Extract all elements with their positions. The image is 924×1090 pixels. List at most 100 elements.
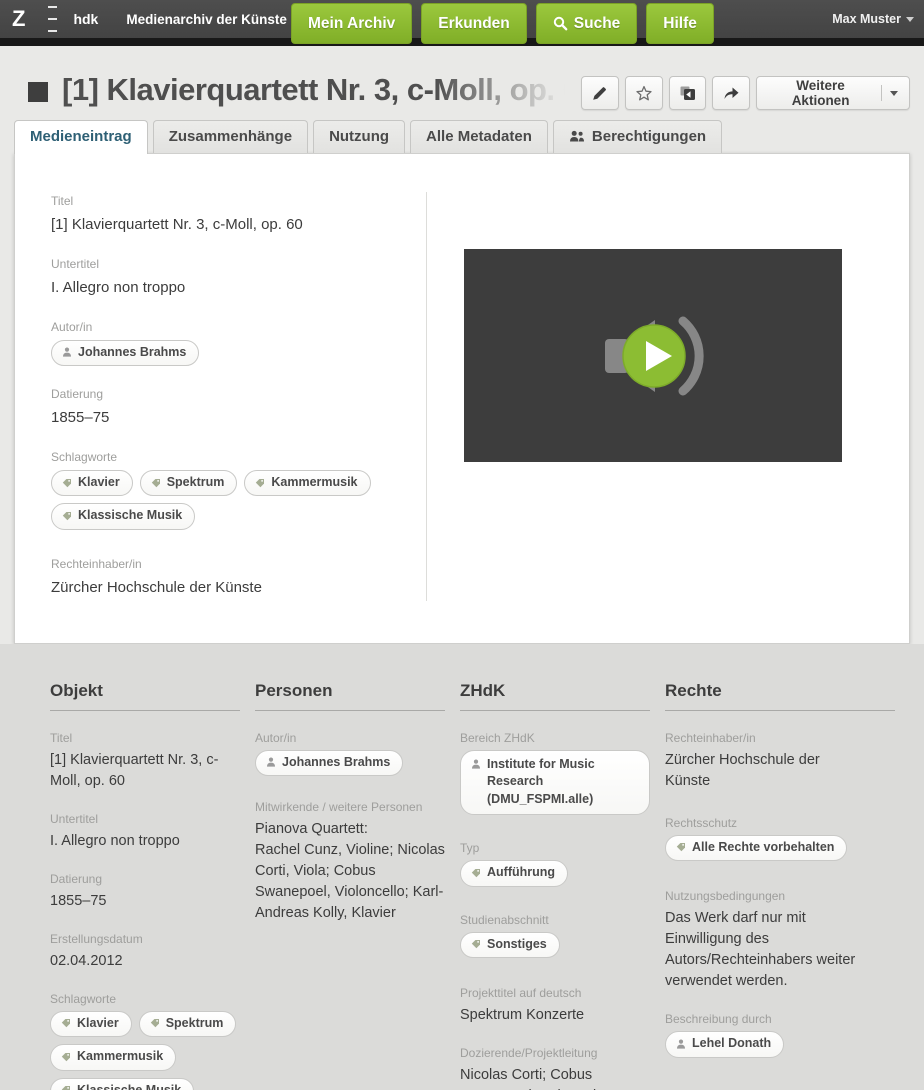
chevron-down-icon [890,91,898,96]
pill-label: Alle Rechte vorbehalten [692,839,834,857]
person-icon [471,759,481,769]
zhdk-logo-dashes [48,4,59,34]
person-pill[interactable]: Lehel Donath [665,1031,784,1058]
keyword-tag[interactable]: Klassische Musik [50,1078,194,1090]
tag-icon [471,868,481,878]
field-label: Mitwirkende / weitere Personen [255,800,445,814]
tab-berechtigungen[interactable]: Berechtigungen [553,120,722,153]
page-title: [1] Klavierquartett Nr. 3, c-Moll, op. 6… [62,72,581,108]
tab-bar: Medieneintrag Zusammenhänge Nutzung Alle… [0,120,924,153]
section-heading: Objekt [50,681,240,711]
more-actions-button[interactable]: Weitere Aktionen [756,76,910,110]
zhdk-logo-z: Z [12,6,26,32]
tab-alle-metadaten[interactable]: Alle Metadaten [410,120,548,153]
tag-icon [255,478,265,488]
field-studienabschnitt: Studienabschnitt Sonstiges [460,913,650,959]
forward-arrow-icon [722,85,740,101]
nav-label: Mein Archiv [308,15,395,33]
user-name: Max Muster [832,12,901,26]
field-typ: Typ Aufführung [460,841,650,887]
keyword-tag[interactable]: Spektrum [140,470,238,497]
pill-label: Lehel Donath [692,1035,771,1053]
media-player[interactable] [464,249,842,462]
keyword-tag[interactable]: Klassische Musik [51,503,195,530]
forward-button[interactable] [712,76,750,110]
page-top: Z hdk Medienarchiv der Künste Mein Archi… [0,0,924,644]
metadata-column-rechte: Rechte Rechteinhaber/in Zürcher Hochschu… [665,681,895,1078]
field-label: Dozierende/Projektleitung [460,1046,650,1060]
keyword-tag[interactable]: Spektrum [139,1011,237,1038]
user-menu[interactable]: Max Muster [832,0,914,38]
field-label: Titel [51,194,426,208]
field-label: Datierung [50,872,240,886]
field-label: Autor/in [255,731,445,745]
field-rechtsschutz: Rechtsschutz Alle Rechte vorbehalten [665,816,895,862]
field-label: Titel [50,731,240,745]
field-rechteinhaber: Rechteinhaber/in Zürcher Hochschule der … [51,557,426,599]
favorite-button[interactable] [625,76,663,110]
person-pill[interactable]: Johannes Brahms [255,750,403,777]
keyword-tag[interactable]: Klavier [51,470,133,497]
keyword-tag[interactable]: Aufführung [460,860,568,887]
field-datierung: Datierung 1855–75 [50,872,240,912]
field-untertitel: Untertitel I. Allegro non troppo [50,812,240,852]
field-label: Nutzungsbedingungen [665,889,895,903]
nav-label: Hilfe [663,15,697,33]
metadata-column-zhdk: ZHdK Bereich ZHdK Institute for Music Re… [460,681,650,1090]
nav-mein-archiv-button[interactable]: Mein Archiv [291,3,412,44]
media-entry-square-icon [28,82,48,102]
chevron-down-icon [906,17,914,22]
tag-icon [62,511,72,521]
tag-icon [61,1018,71,1028]
field-schlagworte: Schlagworte Klavier Spektrum Kammermusik… [50,992,240,1090]
field-autor: Autor/in Johannes Brahms [51,320,426,367]
field-value: Das Werk darf nur mit Einwilligung des A… [665,908,875,992]
nav-hilfe-button[interactable]: Hilfe [646,3,714,44]
field-value: Zürcher Hochschule der Künste [665,750,835,792]
keyword-tag[interactable]: Alle Rechte vorbehalten [665,835,847,862]
keyword-tag[interactable]: Kammermusik [244,470,370,497]
field-value: [1] Klavierquartett Nr. 3, c-Moll, op. 6… [51,214,426,236]
pill-label: Klassische Musik [77,1082,181,1090]
field-label: Schlagworte [50,992,240,1006]
tab-medieneintrag[interactable]: Medieneintrag [14,120,148,154]
keyword-tag[interactable]: Sonstiges [460,932,560,959]
field-label: Studienabschnitt [460,913,650,927]
tab-nutzung[interactable]: Nutzung [313,120,405,153]
field-schlagworte: Schlagworte Klavier Spektrum Kammermusik [51,450,426,530]
field-label: Untertitel [50,812,240,826]
audio-play-icon[interactable] [597,308,709,404]
pill-label: Klassische Musik [78,507,182,525]
pill-label: Kammermusik [271,474,357,492]
field-label: Projekttitel auf deutsch [460,986,650,1000]
field-label: Typ [460,841,650,855]
field-value: Pianova Quartett: Rachel Cunz, Violine; … [255,819,445,924]
main-navigation: Mein Archiv Erkunden Suche Hilfe [291,3,714,44]
field-label: Beschreibung durch [665,1012,895,1026]
field-value: 1855–75 [50,891,240,912]
add-to-set-icon [679,85,696,102]
keyword-tag[interactable]: Klavier [50,1011,132,1038]
field-mitwirkende: Mitwirkende / weitere Personen Pianova Q… [255,800,445,924]
field-rechteinhaber: Rechteinhaber/in Zürcher Hochschule der … [665,731,895,792]
group-pill[interactable]: Institute for Music Research (DMU_FSPMI.… [460,750,650,816]
nav-suche-button[interactable]: Suche [536,3,638,44]
nav-erkunden-button[interactable]: Erkunden [421,3,526,44]
pill-label: Spektrum [167,474,225,492]
field-autor: Autor/in Johannes Brahms [255,731,445,777]
field-beschreibung-durch: Beschreibung durch Lehel Donath [665,1012,895,1058]
field-projekttitel: Projekttitel auf deutsch Spektrum Konzer… [460,986,650,1026]
keyword-tag[interactable]: Kammermusik [50,1044,176,1071]
pill-label: Klavier [77,1015,119,1033]
field-value: 02.04.2012 [50,951,240,972]
tab-zusammenhaenge[interactable]: Zusammenhänge [153,120,308,153]
field-value: Spektrum Konzerte [460,1005,650,1026]
media-entry-panel: Titel [1] Klavierquartett Nr. 3, c-Moll,… [14,153,910,644]
tag-icon [676,842,686,852]
person-pill[interactable]: Johannes Brahms [51,340,199,367]
edit-button[interactable] [581,76,619,110]
add-to-set-button[interactable] [669,76,707,110]
pill-label: Johannes Brahms [78,344,186,362]
media-preview-area [427,154,909,643]
pill-label: Kammermusik [77,1048,163,1066]
